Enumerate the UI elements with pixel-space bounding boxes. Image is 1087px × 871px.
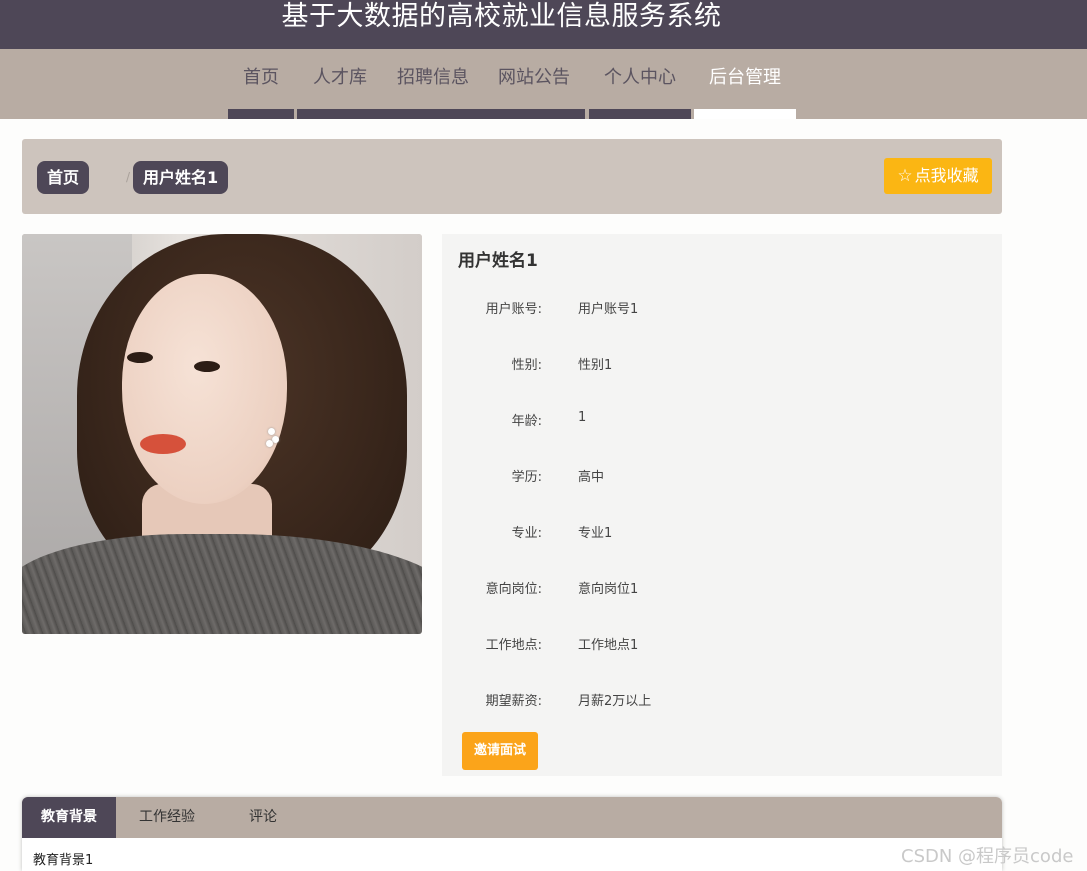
info-row-expected-salary: 期望薪资: 月薪2万以上: [442, 690, 1002, 710]
nav-underline: [589, 109, 691, 119]
info-value: 用户账号1: [578, 302, 639, 317]
invite-interview-button[interactable]: 邀请面试: [462, 732, 538, 770]
tab-work-experience[interactable]: 工作经验: [122, 797, 212, 838]
info-value: 性别1: [578, 358, 613, 373]
info-label: 用户账号:: [485, 302, 542, 317]
breadcrumb: 首页 / 用户姓名1 ☆ 点我收藏: [22, 139, 1002, 214]
top-header-bar: 基于大数据的高校就业信息服务系统: [0, 0, 1087, 49]
info-row-account: 用户账号: 用户账号1: [442, 298, 1002, 318]
info-label: 年龄:: [511, 414, 542, 429]
info-row-age: 年龄: 1: [442, 410, 1002, 430]
info-value: 1: [578, 410, 587, 425]
profile-photo: [22, 234, 422, 634]
tab-education[interactable]: 教育背景: [22, 797, 116, 838]
favorite-button[interactable]: ☆ 点我收藏: [884, 158, 992, 194]
info-label: 意向岗位:: [485, 582, 542, 597]
breadcrumb-current: 用户姓名1: [133, 161, 229, 194]
info-row-major: 专业: 专业1: [442, 522, 1002, 542]
breadcrumb-separator: /: [126, 170, 131, 184]
info-value: 高中: [578, 470, 605, 485]
profile-info-panel: 用户姓名1 用户账号: 用户账号1 性别: 性别1 年龄: 1 学历: 高中 专…: [442, 234, 1002, 776]
info-row-desired-position: 意向岗位: 意向岗位1: [442, 578, 1002, 598]
breadcrumb-home[interactable]: 首页: [37, 161, 90, 194]
nav-underline: [297, 109, 585, 119]
info-value: 月薪2万以上: [578, 694, 652, 709]
info-value: 意向岗位1: [578, 582, 639, 597]
info-label: 性别:: [511, 358, 542, 373]
detail-tabs: 教育背景 工作经验 评论 教育背景1: [22, 797, 1002, 871]
watermark: CSDN @程序员code: [901, 846, 1074, 867]
info-label: 学历:: [511, 470, 542, 485]
profile-name: 用户姓名1: [458, 251, 538, 271]
favorite-button-label: 点我收藏: [914, 166, 979, 185]
info-label: 期望薪资:: [485, 694, 542, 709]
nav-underline: [228, 109, 294, 119]
main-nav: 首页 人才库 招聘信息 网站公告 个人中心 后台管理: [0, 49, 1087, 119]
star-outline-icon: ☆: [897, 166, 913, 186]
info-row-gender: 性别: 性别1: [442, 354, 1002, 374]
info-value: 工作地点1: [578, 638, 639, 653]
info-label: 专业:: [511, 526, 542, 541]
info-label: 工作地点:: [485, 638, 542, 653]
info-row-education: 学历: 高中: [442, 466, 1002, 486]
info-row-work-location: 工作地点: 工作地点1: [442, 634, 1002, 654]
tab-comments[interactable]: 评论: [228, 797, 298, 838]
site-title: 基于大数据的高校就业信息服务系统: [281, 1, 722, 32]
info-value: 专业1: [578, 526, 613, 541]
tabs-header: 教育背景 工作经验 评论: [22, 797, 1002, 838]
tab-content: 教育背景1: [33, 853, 94, 868]
nav-active-underline: [694, 109, 796, 119]
